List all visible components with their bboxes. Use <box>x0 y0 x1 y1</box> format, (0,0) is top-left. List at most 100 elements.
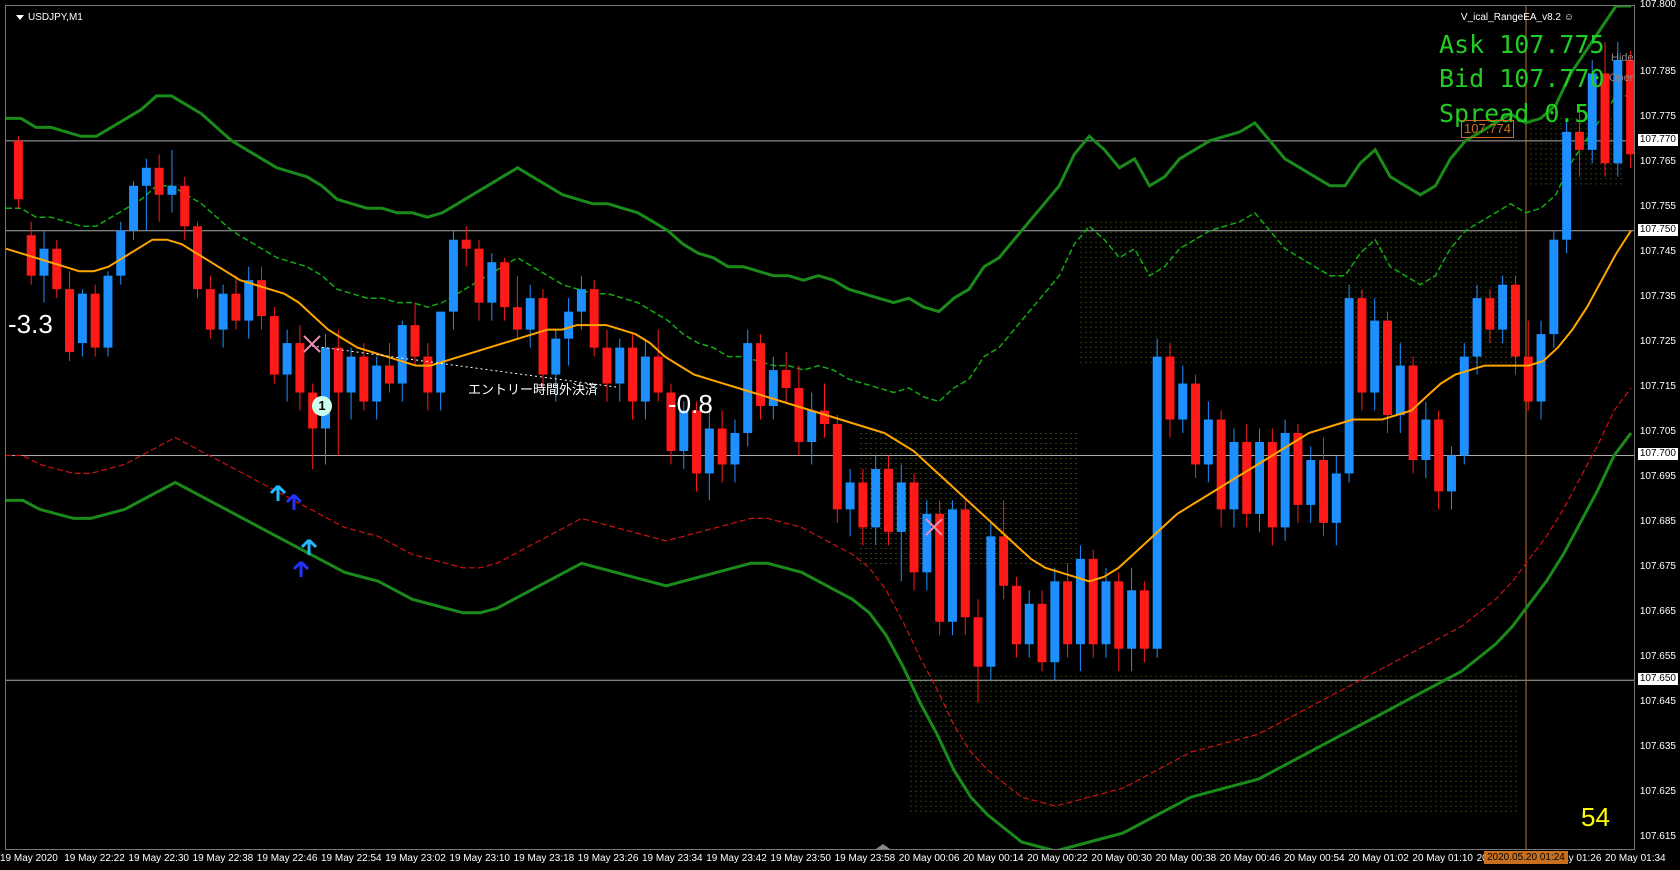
price-tick-label: 107.735 <box>1639 291 1676 303</box>
candle-body <box>1216 419 1226 510</box>
candle-body <box>1178 383 1188 420</box>
candle-body <box>218 293 228 330</box>
candle-body <box>1024 603 1034 645</box>
hide-button[interactable]: Hide <box>1611 52 1634 64</box>
time-tick-label: 20 May 00:22 <box>1027 853 1088 864</box>
price-tick-label: 107.775 <box>1639 111 1676 123</box>
price-level-tag: 107.650 <box>1637 673 1678 686</box>
candle-body <box>1523 356 1533 402</box>
candle-body <box>820 410 829 425</box>
time-tick-label: 19 May 22:38 <box>192 853 254 864</box>
candle-body <box>384 365 394 384</box>
time-tick-label: 19 May 23:18 <box>513 853 575 864</box>
price-tick-label: 107.645 <box>1639 695 1676 707</box>
ea-label: V_ical_RangeEA_v8.2 ☺ <box>1461 12 1574 23</box>
ea-name: V_ical_RangeEA_v8.2 <box>1460 12 1561 23</box>
candle-body <box>576 289 586 312</box>
candle-body <box>295 343 305 393</box>
chart-canvas[interactable] <box>6 6 1635 850</box>
pnl-label-left: -3.3 <box>8 309 53 339</box>
time-tick-label: 19 May 23:50 <box>770 853 831 864</box>
candle-body <box>615 347 625 384</box>
dropdown-triangle-icon[interactable] <box>16 14 24 20</box>
time-tick-label: 19 May 22:30 <box>128 853 189 864</box>
price-axis[interactable]: 107.800 107.785 107.775 107.765 107.755 107.7… <box>1635 0 1680 850</box>
price-tick-label: 107.615 <box>1639 830 1676 842</box>
trade-number-marker[interactable]: 1 <box>312 396 332 416</box>
time-tick-label: 20 May 01:02 <box>1348 853 1409 864</box>
price-tick-label: 107.685 <box>1639 515 1676 527</box>
candle-body <box>717 428 727 465</box>
candle-body <box>1191 383 1201 465</box>
time-tick-label: 20 May 00:38 <box>1155 853 1217 864</box>
candle-body <box>628 347 638 402</box>
candle-body <box>794 388 804 442</box>
time-tick-label: 20 May 01:10 <box>1412 853 1473 864</box>
upper-band-line <box>6 6 1631 314</box>
candle-body <box>1498 284 1508 330</box>
candle-body <box>1536 334 1546 402</box>
lower-band-line <box>6 432 1633 849</box>
candle-body <box>1383 320 1392 416</box>
time-tick-label: 19 May 2020 <box>0 853 58 864</box>
candle-body <box>858 482 868 528</box>
price-tick-label: 107.675 <box>1639 560 1676 572</box>
candle-body <box>986 536 996 667</box>
price-level-tag: 107.750 <box>1637 223 1678 236</box>
candle-body <box>231 293 241 321</box>
candle-body <box>1408 365 1418 460</box>
candle-body <box>832 424 842 510</box>
candle-body <box>1165 356 1175 420</box>
time-tick-label: 19 May 23:10 <box>449 853 510 864</box>
entry-exit-label: エントリー時間外決済 <box>468 382 599 397</box>
candle-body <box>1037 603 1047 663</box>
ask-quote: Ask 107.775 <box>1439 30 1605 59</box>
candle-body <box>359 356 369 402</box>
price-tick-label: 107.695 <box>1639 470 1676 482</box>
candle-body <box>1293 432 1303 505</box>
smiley-icon: ☺ <box>1563 12 1574 23</box>
candle-body <box>730 432 740 465</box>
candle-body <box>116 230 126 276</box>
candle-body <box>1485 298 1495 330</box>
candle-body <box>410 325 420 357</box>
time-tick-label: 19 May 23:26 <box>577 853 639 864</box>
symbol-label[interactable]: USDJPY,M1 <box>16 12 83 23</box>
candle-body <box>1370 320 1380 393</box>
candle-body <box>77 293 87 344</box>
candle-body <box>129 185 139 231</box>
pnl-label-mid: -0.8 <box>668 389 713 419</box>
time-tick-label: 19 May 22:46 <box>256 853 318 864</box>
candle-body <box>13 140 23 200</box>
time-axis[interactable]: 19 May 2020 19 May 22:22 19 May 22:30 19 Ma… <box>0 850 1680 870</box>
candle-body <box>461 239 471 249</box>
candle-body <box>1255 441 1265 514</box>
candle-body <box>1139 590 1149 649</box>
open-button[interactable]: Open <box>1609 72 1634 84</box>
time-tick-label: 19 May 23:42 <box>706 853 767 864</box>
time-tick-label: 20 May 00:46 <box>1219 853 1281 864</box>
symbol-text: USDJPY,M1 <box>28 12 83 23</box>
candle-body <box>154 167 164 195</box>
price-tick-label: 107.800 <box>1639 0 1676 10</box>
candle-body <box>1472 298 1482 357</box>
price-label-box: 107.774 <box>1461 120 1514 138</box>
time-tick-label: 20 May 00:30 <box>1091 853 1152 864</box>
candle-body <box>653 356 663 393</box>
chart-area[interactable]: USDJPY,M1 V_ical_RangeEA_v8.2 ☺ Ask 107.… <box>5 5 1635 850</box>
candle-body <box>1063 581 1073 645</box>
candle-body <box>1229 441 1239 510</box>
candle-body <box>333 347 343 393</box>
candle-body <box>500 262 510 308</box>
candle-body <box>1574 131 1584 150</box>
candle-body <box>141 167 151 186</box>
candle-body <box>1088 558 1098 645</box>
candle-body <box>871 468 881 528</box>
candle-body <box>103 275 113 348</box>
price-tick-label: 107.785 <box>1639 66 1676 78</box>
candle-body <box>193 226 203 290</box>
time-tick-label: 19 May 23:34 <box>642 853 703 864</box>
candle-body <box>282 343 292 375</box>
candle-body <box>564 311 574 339</box>
candle-body <box>512 307 522 330</box>
